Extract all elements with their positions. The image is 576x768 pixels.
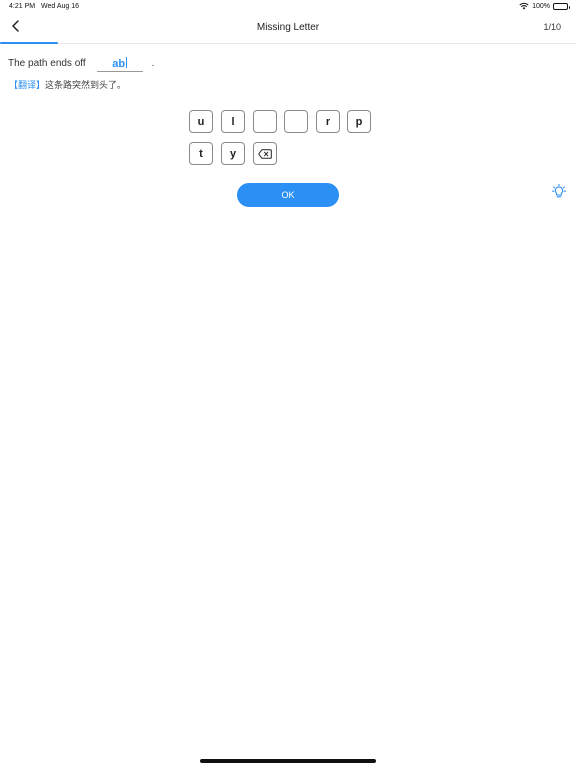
sentence-suffix: . [151,58,155,69]
letter-key[interactable]: y [221,142,245,165]
sentence-prefix: The path ends off [8,58,86,69]
letter-key[interactable]: l [221,110,245,133]
letter-key[interactable]: r [316,110,340,133]
letter-key[interactable]: u [189,110,213,133]
battery-icon [553,2,570,10]
translation-text: 这条路突然到头了。 [45,80,127,90]
backspace-icon [258,148,272,159]
text-caret [126,57,128,68]
wifi-icon [519,2,529,10]
status-bar: 4:21 PM Wed Aug 16 100% [0,0,576,14]
delete-key[interactable] [253,142,277,165]
lightbulb-icon [552,184,566,204]
battery-percent: 100% [532,2,550,10]
translation-tag: 【翻译】 [9,80,46,90]
nav-bar: Missing Letter 1/10 [0,14,576,44]
page-title: Missing Letter [256,22,320,33]
home-indicator [200,759,376,763]
status-time: 4:21 PM [9,3,36,10]
letter-key[interactable]: t [189,142,213,165]
answer-input[interactable]: ab [96,56,143,72]
progress-bar-fill [0,42,58,44]
letter-key[interactable]: p [347,110,371,133]
status-date: Wed Aug 16 [41,3,80,10]
progress-bar [0,42,576,44]
question-counter: 1/10 [543,22,561,32]
answer-value: ab [112,58,126,70]
translation: 【翻译】 这条路突然到头了。 [9,78,126,91]
status-indicators: 100% [519,2,570,10]
hint-button[interactable] [550,184,568,204]
question-sentence: The path ends off ab . [8,52,154,72]
letter-key-empty[interactable] [284,110,308,133]
letter-key-empty[interactable] [253,110,277,133]
ok-button[interactable]: OK [237,183,339,207]
